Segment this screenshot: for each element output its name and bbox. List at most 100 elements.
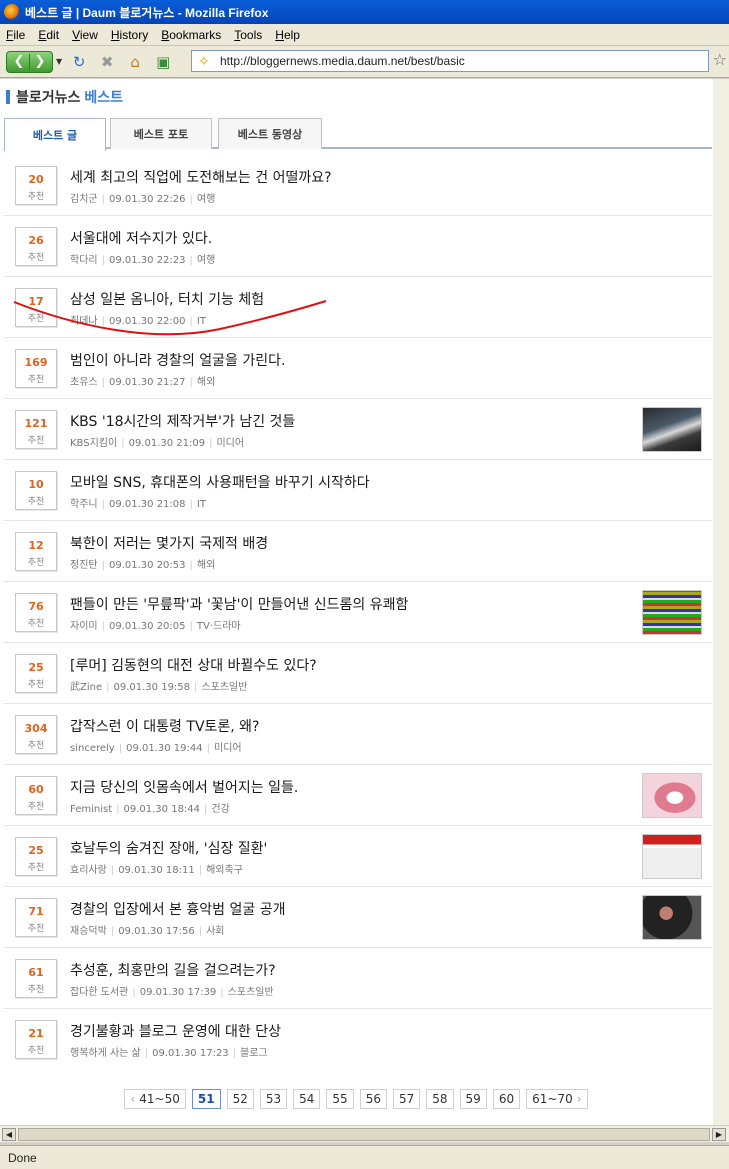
pagination-page-57[interactable]: 57 <box>392 1089 421 1109</box>
recommend-count-box[interactable]: 10 추천 <box>15 471 57 510</box>
menu-history[interactable]: History <box>111 28 148 42</box>
post-title-link[interactable]: 추성훈, 최홍만의 길을 걸으려는가? <box>70 960 276 980</box>
stop-icon[interactable]: ✖ <box>96 51 118 73</box>
post-category[interactable]: IT <box>197 499 206 510</box>
post-title-link[interactable]: 경기불황과 블로그 운영에 대한 단상 <box>70 1021 281 1041</box>
menu-file[interactable]: File <box>6 28 25 42</box>
post-author[interactable]: 김치군 <box>70 194 98 205</box>
menu-bookmarks[interactable]: Bookmarks <box>161 28 221 42</box>
post-thumbnail[interactable] <box>642 773 702 818</box>
post-title-link[interactable]: 경찰의 입장에서 본 흉악범 얼굴 공개 <box>70 899 285 919</box>
reload-icon[interactable]: ↻ <box>68 51 90 73</box>
post-author[interactable]: 효리사랑 <box>70 865 107 876</box>
pagination-page-51[interactable]: 51 <box>191 1089 221 1109</box>
post-category[interactable]: 미디어 <box>216 438 244 449</box>
recommend-count-box[interactable]: 21 추천 <box>15 1020 57 1059</box>
post-author[interactable]: 최데나 <box>70 316 98 327</box>
post-thumbnail[interactable] <box>642 834 702 879</box>
pagination-page-55[interactable]: 55 <box>326 1089 354 1109</box>
scroll-thumb[interactable] <box>18 1128 710 1141</box>
post-author[interactable]: 학다리 <box>70 255 98 266</box>
tab-best-photos[interactable]: 베스트 포토 <box>110 118 212 149</box>
header-title[interactable]: 블로거뉴스 <box>16 87 80 107</box>
post-category[interactable]: 여행 <box>197 255 215 266</box>
home-icon[interactable]: ⌂ <box>124 51 146 73</box>
back-arrow-icon[interactable]: ❮ <box>9 53 29 71</box>
post-title-link[interactable]: 팬들이 만든 '무릎팍'과 '꽃남'이 만들어낸 신드롬의 유쾌함 <box>70 594 408 614</box>
post-category[interactable]: 여행 <box>197 194 215 205</box>
scroll-right-icon[interactable]: ▶ <box>712 1128 726 1141</box>
post-category[interactable]: 건강 <box>211 804 229 815</box>
tab-best-posts[interactable]: 베스트 글 <box>4 118 106 151</box>
post-author[interactable]: 자이미 <box>70 621 98 632</box>
post-category[interactable]: 해외축구 <box>206 865 243 876</box>
forward-arrow-icon[interactable]: ❯ <box>30 53 50 71</box>
post-title-link[interactable]: 범인이 아니라 경찰의 얼굴을 가린다. <box>70 350 285 370</box>
post-category[interactable]: 해외 <box>197 377 215 388</box>
recommend-count-box[interactable]: 60 추천 <box>15 776 57 815</box>
pagination-page-59[interactable]: 59 <box>459 1089 487 1109</box>
recommend-count-box[interactable]: 304 추천 <box>15 715 57 754</box>
post-author[interactable]: 행복하게 사는 삶 <box>70 1048 141 1059</box>
recommend-count-box[interactable]: 121 추천 <box>15 410 57 449</box>
recommend-count-box[interactable]: 76 추천 <box>15 593 57 632</box>
post-thumbnail[interactable] <box>642 407 702 452</box>
pagination-page-56[interactable]: 56 <box>359 1089 387 1109</box>
pagination-prev[interactable]: ‹ 41~50 <box>124 1089 186 1109</box>
post-category[interactable]: 스포츠일반 <box>201 682 247 693</box>
post-title-link[interactable]: 삼성 일본 옴니아, 터치 기능 체험 <box>70 289 264 309</box>
post-author[interactable]: KBS지킴이 <box>70 438 117 449</box>
recommend-count-box[interactable]: 25 추천 <box>15 654 57 693</box>
recommend-count-box[interactable]: 17 추천 <box>15 288 57 327</box>
pagination-next[interactable]: 61~70 › <box>526 1089 588 1109</box>
post-title-link[interactable]: 모바일 SNS, 휴대폰의 사용패턴을 바꾸기 시작하다 <box>70 472 370 492</box>
post-category[interactable]: 블로그 <box>240 1048 268 1059</box>
history-dropdown-icon[interactable]: ▼ <box>56 57 62 66</box>
scroll-left-icon[interactable]: ◀ <box>2 1128 16 1141</box>
bookmark-star-icon[interactable]: ☆ <box>713 50 727 69</box>
post-author[interactable]: 武Zine <box>70 682 102 693</box>
post-title-link[interactable]: 갑작스런 이 대통령 TV토론, 왜? <box>70 716 260 736</box>
recommend-count-box[interactable]: 169 추천 <box>15 349 57 388</box>
recommend-count-box[interactable]: 26 추천 <box>15 227 57 266</box>
post-author[interactable]: 학주니 <box>70 499 98 510</box>
tab-best-videos[interactable]: 베스트 동영상 <box>218 118 322 149</box>
post-title-link[interactable]: 세계 최고의 직업에 도전해보는 건 어떨까요? <box>70 167 332 187</box>
menu-view[interactable]: View <box>72 28 98 42</box>
pagination-page-60[interactable]: 60 <box>492 1089 521 1109</box>
post-title-link[interactable]: 지금 당신의 잇몸속에서 벌어지는 일들. <box>70 777 298 797</box>
post-title-link[interactable]: 서울대에 저수지가 있다. <box>70 228 212 248</box>
menu-help[interactable]: Help <box>275 28 300 42</box>
post-author[interactable]: 잡다한 도서관 <box>70 987 128 998</box>
recommend-count-box[interactable]: 61 추천 <box>15 959 57 998</box>
post-author[interactable]: 재승덕박 <box>70 926 107 937</box>
address-bar[interactable]: ✧ http://bloggernews.media.daum.net/best… <box>191 50 709 72</box>
menu-edit[interactable]: Edit <box>38 28 59 42</box>
post-title-link[interactable]: 호날두의 숨겨진 장애, '심장 질환' <box>70 838 267 858</box>
post-author[interactable]: 초유스 <box>70 377 98 388</box>
horizontal-scrollbar[interactable]: ◀ ▶ <box>0 1125 729 1142</box>
pagination-page-53[interactable]: 53 <box>259 1089 288 1109</box>
screenshot-addon-icon[interactable]: ▣ <box>152 51 174 73</box>
post-title-link[interactable]: KBS '18시간의 제작거부'가 남긴 것들 <box>70 411 295 431</box>
post-category[interactable]: TV·드라마 <box>197 621 241 632</box>
post-category[interactable]: 미디어 <box>214 743 242 754</box>
vertical-scrollbar[interactable] <box>713 79 729 1125</box>
post-thumbnail[interactable] <box>642 590 702 635</box>
recommend-count-box[interactable]: 25 추천 <box>15 837 57 876</box>
post-title-link[interactable]: 북한이 저러는 몇가지 국제적 배경 <box>70 533 268 553</box>
menu-tools[interactable]: Tools <box>234 28 262 42</box>
post-category[interactable]: IT <box>197 316 206 327</box>
post-title-link[interactable]: [루머] 김동현의 대전 상대 바뀔수도 있다? <box>70 655 317 675</box>
post-category[interactable]: 해외 <box>197 560 215 571</box>
recommend-count-box[interactable]: 12 추천 <box>15 532 57 571</box>
pagination-page-54[interactable]: 54 <box>293 1089 321 1109</box>
post-category[interactable]: 스포츠일반 <box>228 987 274 998</box>
post-author[interactable]: Feminist <box>70 804 112 815</box>
post-thumbnail[interactable] <box>642 895 702 940</box>
post-author[interactable]: 정진탄 <box>70 560 98 571</box>
pagination-page-52[interactable]: 52 <box>226 1089 254 1109</box>
pagination-page-58[interactable]: 58 <box>426 1089 454 1109</box>
header-subtitle[interactable]: 베스트 <box>84 87 123 107</box>
recommend-count-box[interactable]: 71 추천 <box>15 898 57 937</box>
